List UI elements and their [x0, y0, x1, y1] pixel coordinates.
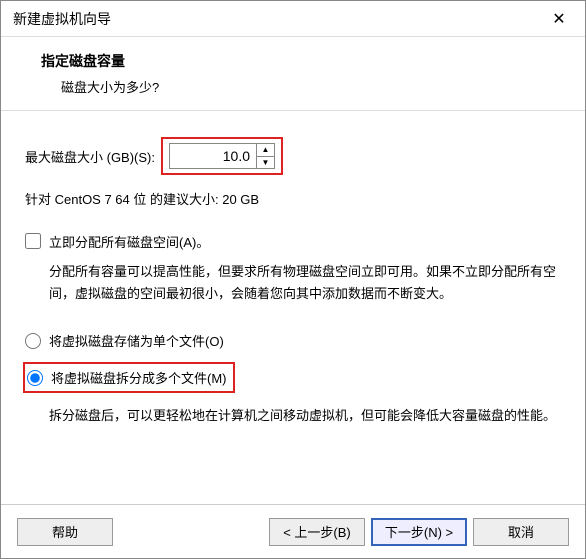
allocate-now-checkbox[interactable]	[25, 233, 41, 249]
close-icon[interactable]: ✕	[537, 4, 581, 34]
spinner-up-icon[interactable]: ▲	[257, 144, 274, 157]
disk-size-spinner: ▲ ▼	[169, 143, 275, 169]
store-split-description: 拆分磁盘后，可以更轻松地在计算机之间移动虚拟机，但可能会降低大容量磁盘的性能。	[25, 405, 561, 427]
store-split-label: 将虚拟磁盘拆分成多个文件(M)	[51, 368, 227, 387]
help-button[interactable]: 帮助	[17, 518, 113, 546]
store-split-row: 将虚拟磁盘拆分成多个文件(M)	[25, 362, 561, 393]
footer-bar: 帮助 < 上一步(B) 下一步(N) > 取消	[1, 504, 585, 558]
spinner-buttons: ▲ ▼	[256, 144, 274, 168]
allocate-now-row: 立即分配所有磁盘空间(A)。	[25, 232, 561, 251]
titlebar: 新建虚拟机向导 ✕	[1, 1, 585, 37]
footer-right: < 上一步(B) 下一步(N) > 取消	[269, 518, 569, 546]
back-button[interactable]: < 上一步(B)	[269, 518, 365, 546]
store-single-label: 将虚拟磁盘存储为单个文件(O)	[49, 331, 224, 350]
cancel-button[interactable]: 取消	[473, 518, 569, 546]
disk-size-label: 最大磁盘大小 (GB)(S):	[25, 147, 155, 166]
spinner-down-icon[interactable]: ▼	[257, 157, 274, 169]
disk-size-highlight: ▲ ▼	[161, 137, 283, 175]
store-split-radio[interactable]	[27, 370, 43, 386]
disk-size-input[interactable]	[170, 144, 256, 168]
store-single-radio[interactable]	[25, 333, 41, 349]
store-split-highlight: 将虚拟磁盘拆分成多个文件(M)	[23, 362, 235, 393]
allocate-now-label: 立即分配所有磁盘空间(A)。	[49, 232, 209, 251]
content-area: 最大磁盘大小 (GB)(S): ▲ ▼ 针对 CentOS 7 64 位 的建议…	[1, 111, 585, 457]
next-button[interactable]: 下一步(N) >	[371, 518, 467, 546]
disk-size-row: 最大磁盘大小 (GB)(S): ▲ ▼	[25, 137, 561, 175]
page-header: 指定磁盘容量 磁盘大小为多少?	[1, 37, 585, 111]
page-title: 指定磁盘容量	[41, 51, 561, 71]
recommended-size: 针对 CentOS 7 64 位 的建议大小: 20 GB	[25, 189, 561, 208]
window-title: 新建虚拟机向导	[13, 9, 111, 29]
wizard-dialog: 新建虚拟机向导 ✕ 指定磁盘容量 磁盘大小为多少? 最大磁盘大小 (GB)(S)…	[0, 0, 586, 559]
store-single-row: 将虚拟磁盘存储为单个文件(O)	[25, 331, 561, 350]
page-subtitle: 磁盘大小为多少?	[41, 77, 561, 96]
allocate-now-description: 分配所有容量可以提高性能，但要求所有物理磁盘空间立即可用。如果不立即分配所有空间…	[25, 261, 561, 305]
